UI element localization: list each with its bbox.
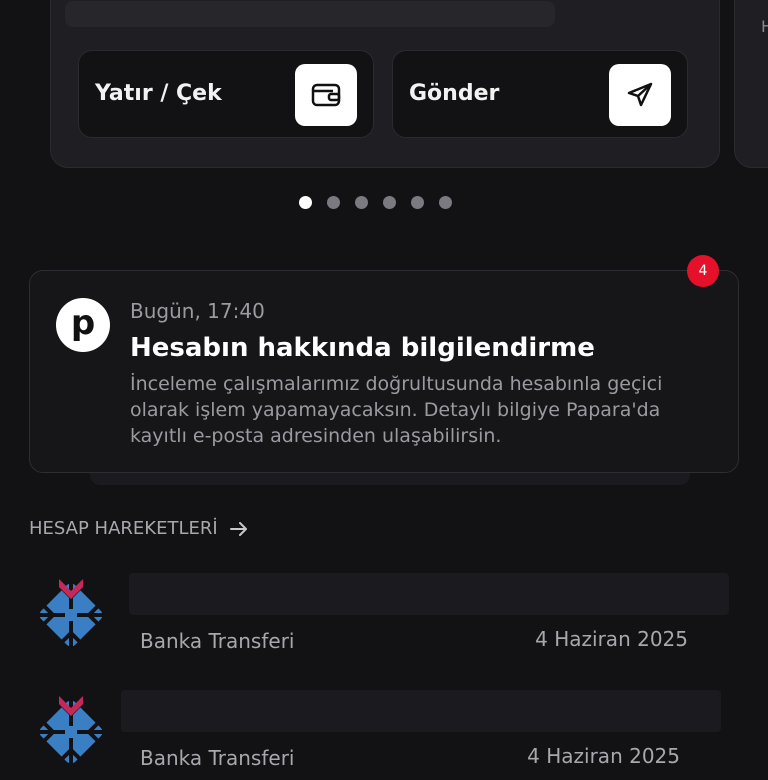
transaction-row[interactable]: Banka Transferi 4 Haziran 2025 xyxy=(29,690,768,780)
transaction-title-redacted xyxy=(121,690,721,732)
transactions-section-title: HESAP HAREKETLERİ xyxy=(29,518,218,539)
next-card-partial[interactable]: H xyxy=(734,0,768,168)
transaction-type: Banka Transferi xyxy=(140,629,295,653)
pager-dot[interactable] xyxy=(439,196,452,209)
pager-dot-active[interactable] xyxy=(299,196,312,209)
send-button[interactable]: Gönder xyxy=(392,50,688,138)
bank-logo-icon xyxy=(33,694,109,770)
transaction-date: 4 Haziran 2025 xyxy=(535,627,688,651)
notification-body: İnceleme çalışmalarımız doğrultusunda he… xyxy=(130,373,663,447)
notification-count-badge: 4 xyxy=(687,255,719,287)
pager-dot[interactable] xyxy=(383,196,396,209)
deposit-withdraw-label: Yatır / Çek xyxy=(95,81,222,106)
notification-stack-shadow xyxy=(90,473,690,485)
notification-time: Bugün, 17:40 xyxy=(130,299,265,323)
pager-dot[interactable] xyxy=(355,196,368,209)
pager-dot[interactable] xyxy=(411,196,424,209)
transaction-title-redacted xyxy=(129,573,729,615)
next-card-label: H xyxy=(761,17,768,36)
bank-logo-icon xyxy=(33,577,109,653)
transaction-type: Banka Transferi xyxy=(140,746,295,770)
notification-card[interactable]: p Bugün, 17:40 Hesabın hakkında bilgilen… xyxy=(29,270,739,473)
transactions-section-header[interactable]: HESAP HAREKETLERİ xyxy=(29,518,248,539)
send-label: Gönder xyxy=(409,81,500,106)
send-icon xyxy=(609,64,671,126)
deposit-withdraw-button[interactable]: Yatır / Çek xyxy=(78,50,374,138)
arrow-right-icon xyxy=(229,521,247,536)
transaction-row[interactable]: Banka Transferi 4 Haziran 2025 xyxy=(29,573,768,663)
pager-dot[interactable] xyxy=(327,196,340,209)
transaction-date: 4 Haziran 2025 xyxy=(527,744,680,768)
card-pager[interactable] xyxy=(299,196,452,209)
wallet-icon xyxy=(295,64,357,126)
papara-logo-icon: p xyxy=(56,298,110,352)
balance-card-header-redacted xyxy=(65,1,555,27)
notification-title: Hesabın hakkında bilgilendirme xyxy=(130,333,595,363)
